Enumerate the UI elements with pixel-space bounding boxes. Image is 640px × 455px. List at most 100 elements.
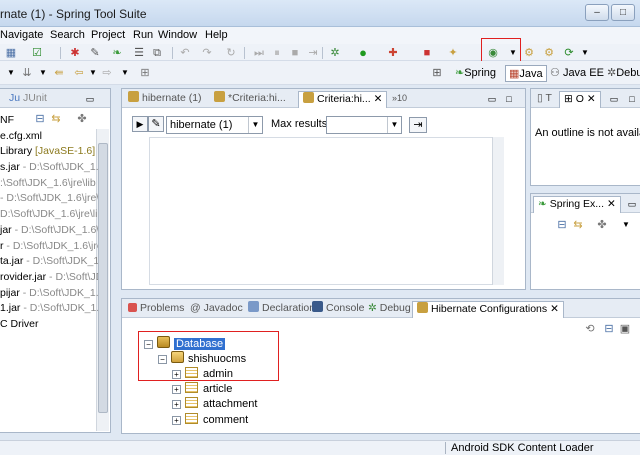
menu-navigate[interactable]: Navigate bbox=[0, 29, 43, 41]
forward-icon[interactable]: ⇨ bbox=[100, 66, 114, 80]
perspective-spring[interactable]: ❧Spring bbox=[455, 65, 496, 82]
perspective-java[interactable]: ▦Java bbox=[505, 65, 547, 82]
close-icon[interactable]: ✕ bbox=[550, 303, 559, 315]
filter-icon[interactable]: ✤ bbox=[595, 218, 609, 232]
close-icon[interactable]: ✕ bbox=[607, 198, 616, 210]
new-icon[interactable]: ▦ bbox=[4, 46, 18, 60]
redo-icon[interactable]: ↷ bbox=[200, 46, 214, 60]
tab-javadoc[interactable]: @ Javadoc bbox=[186, 301, 247, 318]
tree-item[interactable]: D:\Soft\JDK_1.6\jre\lib bbox=[0, 207, 98, 223]
open-perspective-icon[interactable]: ⊞ bbox=[430, 66, 444, 80]
chevron-down-icon[interactable]: ▼ bbox=[118, 66, 132, 80]
stop-server-icon[interactable]: ■ bbox=[420, 46, 434, 60]
session-factory-select[interactable]: hibernate (1) ▼ bbox=[166, 116, 263, 134]
menu-window[interactable]: Window bbox=[158, 29, 197, 41]
tab-type-hierarchy[interactable]: ▯ T bbox=[533, 91, 556, 108]
tab-overflow[interactable]: »10 bbox=[388, 91, 411, 108]
minimize-icon[interactable]: ▭ bbox=[607, 92, 621, 106]
tree-item[interactable]: ta.jar - D:\Soft\JDK_1.6 bbox=[0, 254, 98, 270]
collapse-all-icon[interactable]: ⊟ bbox=[602, 322, 616, 336]
wand-icon[interactable]: ✦ bbox=[446, 46, 460, 60]
tree-item[interactable]: s.jar - D:\Soft\JDK_1.6 bbox=[0, 160, 98, 176]
perspective-debug[interactable]: ✲Debu bbox=[607, 65, 640, 82]
menu-search[interactable]: Search bbox=[50, 29, 85, 41]
criteria-editor-text[interactable] bbox=[149, 137, 503, 285]
step-icon[interactable]: ⏭ bbox=[252, 46, 266, 60]
chevron-down-icon[interactable]: ▼ bbox=[86, 66, 100, 80]
chevron-down-icon[interactable]: ▼ bbox=[4, 66, 18, 80]
maximize-button[interactable]: □ bbox=[611, 4, 635, 21]
chevron-down-icon[interactable]: ▼ bbox=[36, 66, 50, 80]
edit-icon[interactable]: ✎ bbox=[148, 116, 164, 132]
format-icon[interactable]: ☰ bbox=[132, 46, 146, 60]
gear-icon[interactable]: ⚙ bbox=[542, 46, 556, 60]
pause-icon[interactable]: ⏸ bbox=[270, 46, 284, 60]
stop-icon[interactable]: ■ bbox=[288, 46, 302, 60]
menu-run[interactable]: Run bbox=[133, 29, 153, 41]
run-criteria-button[interactable]: ▶ bbox=[132, 116, 148, 132]
run-external-icon[interactable]: ✚ bbox=[386, 46, 400, 60]
tree-item[interactable]: - D:\Soft\JDK_1.6\jre\lil bbox=[0, 191, 98, 207]
back-icon[interactable]: ⇦ bbox=[72, 66, 86, 80]
perspective-java-ee[interactable]: ⚇ Java EE bbox=[550, 65, 604, 82]
tree-item[interactable]: r - D:\Soft\JDK_1.6\jre\ bbox=[0, 239, 98, 255]
tool-icon[interactable]: ✎ bbox=[88, 46, 102, 60]
tree-item[interactable]: C Driver bbox=[0, 317, 98, 333]
next-annotation-icon[interactable]: ⇊ bbox=[20, 66, 34, 80]
refresh-icon[interactable]: ⟳ bbox=[562, 46, 576, 60]
tree-item[interactable]: pijar - D:\Soft\JDK_1. bbox=[0, 286, 98, 302]
refresh-icon[interactable]: ↻ bbox=[224, 46, 238, 60]
run-icon[interactable]: ● bbox=[356, 46, 370, 60]
maximize-icon[interactable]: □ bbox=[502, 92, 516, 106]
leaf-icon[interactable]: ❧ bbox=[110, 46, 124, 60]
tree-item[interactable]: rovider.jar - D:\Soft\JD bbox=[0, 270, 98, 286]
menu-help[interactable]: Help bbox=[205, 29, 228, 41]
tab-junit[interactable]: Ju JUnit bbox=[5, 91, 51, 108]
save-icon[interactable]: ☑ bbox=[30, 46, 44, 60]
expand-toggle[interactable]: + bbox=[172, 416, 181, 425]
tab-criteria-active[interactable]: Criteria:hi... ✕ bbox=[298, 91, 388, 108]
tree-item[interactable]: :\Soft\JDK_1.6\jre\lib bbox=[0, 176, 98, 192]
sync-icon[interactable]: ⟲ bbox=[583, 322, 597, 336]
prev-edit-icon[interactable]: ⇚ bbox=[52, 66, 66, 80]
minimize-button[interactable]: – bbox=[585, 4, 609, 21]
debug-icon[interactable]: ✲ bbox=[328, 46, 342, 60]
collapse-all-icon[interactable]: ⊟ bbox=[555, 218, 569, 232]
set-max-results-button[interactable]: ⇥ bbox=[409, 117, 427, 133]
tree-node-table[interactable]: + attachment bbox=[172, 397, 257, 412]
scrollbar-thumb[interactable] bbox=[98, 143, 108, 413]
minimize-icon[interactable]: ▭ bbox=[485, 92, 499, 106]
chevron-down-icon[interactable]: ▼ bbox=[619, 218, 633, 232]
close-icon[interactable]: ✕ bbox=[374, 93, 383, 105]
editor-scrollbar[interactable] bbox=[492, 137, 504, 285]
compare-icon[interactable]: ⧉ bbox=[150, 46, 164, 60]
tab-hibernate-configurations[interactable]: Hibernate Configurations ✕ bbox=[412, 301, 564, 318]
tree-item[interactable]: jar - D:\Soft\JDK_1.6\jre bbox=[0, 223, 98, 239]
tab-debug[interactable]: ✲ Debug bbox=[364, 301, 415, 318]
tab-spring-explorer[interactable]: ❧ Spring Ex... ✕ bbox=[533, 196, 621, 213]
minimize-icon[interactable]: ▭ bbox=[625, 197, 639, 211]
tree-node-table[interactable]: + article bbox=[172, 382, 232, 397]
chevron-down-icon[interactable]: ▼ bbox=[578, 46, 592, 60]
gear-icon[interactable]: ⚙ bbox=[522, 46, 536, 60]
expand-toggle[interactable]: + bbox=[172, 385, 181, 394]
tab-criteria-modified[interactable]: *Criteria:hi... bbox=[210, 91, 290, 108]
tree-item[interactable]: NF bbox=[0, 113, 98, 129]
menu-project[interactable]: Project bbox=[91, 29, 125, 41]
tree-item[interactable]: Library [JavaSE-1.6] bbox=[0, 144, 98, 160]
expand-toggle[interactable]: + bbox=[172, 400, 181, 409]
pin-icon[interactable]: ⊞ bbox=[138, 66, 152, 80]
undo-icon[interactable]: ↶ bbox=[178, 46, 192, 60]
maximize-icon[interactable]: □ bbox=[625, 92, 639, 106]
max-results-select[interactable]: ▼ bbox=[326, 116, 402, 134]
link-editor-icon[interactable]: ⇆ bbox=[571, 218, 585, 232]
view-icon[interactable]: ▣ bbox=[618, 322, 632, 336]
tab-console[interactable]: Console bbox=[308, 301, 369, 318]
minimize-icon[interactable]: ▭ bbox=[83, 92, 97, 106]
disconnect-icon[interactable]: ⇥ bbox=[306, 46, 320, 60]
tree-item[interactable]: e.cfg.xml bbox=[0, 129, 98, 145]
tab-outline[interactable]: ⊞ O ✕ bbox=[559, 91, 601, 108]
tab-hibernate-config[interactable]: hibernate (1) bbox=[124, 91, 206, 108]
tree-item[interactable]: 1.jar - D:\Soft\JDK_1.6 bbox=[0, 301, 98, 317]
debug-config-icon[interactable]: ✱ bbox=[68, 46, 82, 60]
